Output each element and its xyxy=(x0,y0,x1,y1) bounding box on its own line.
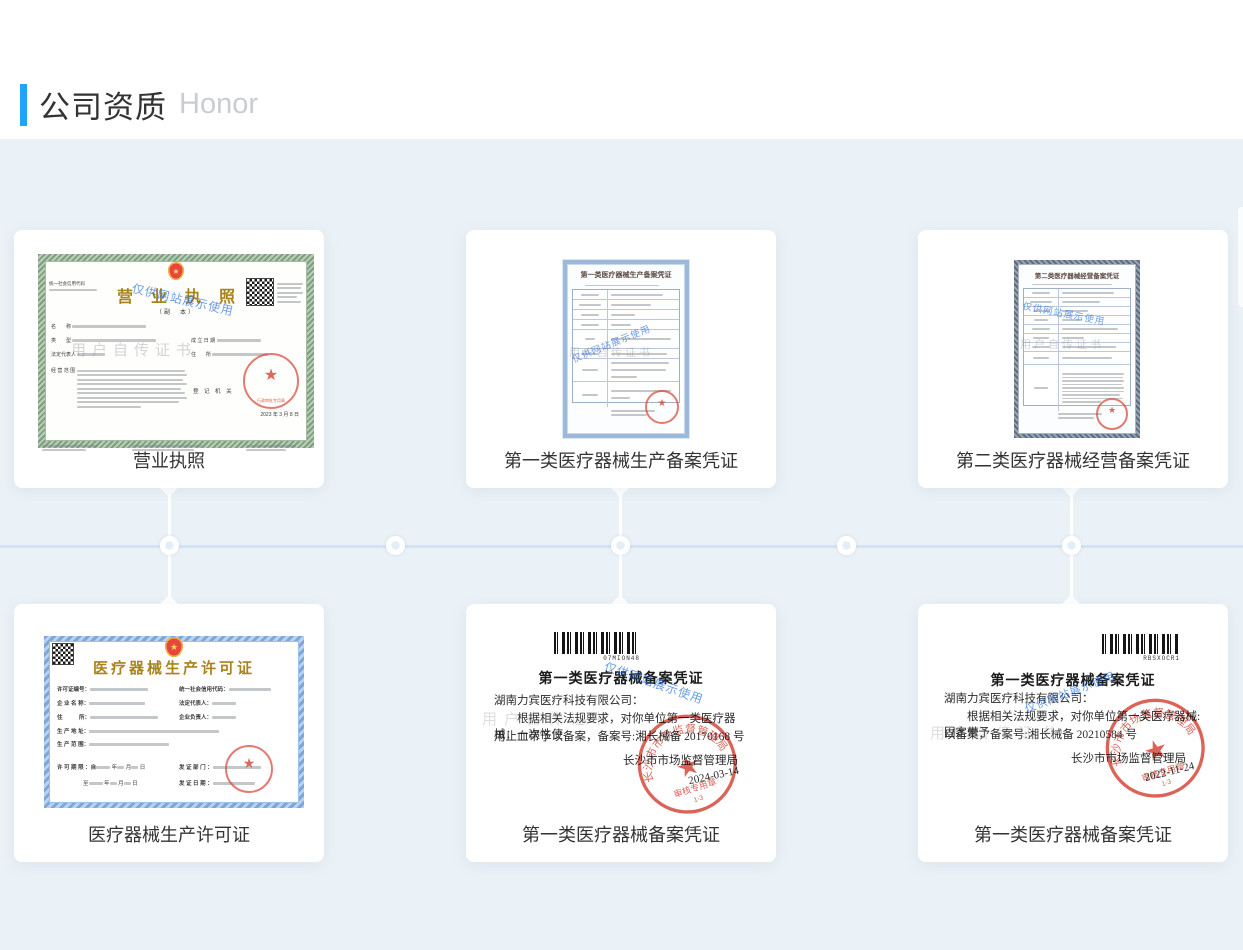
record-certificate-image: 第二类医疗器械经营备案凭证 xyxy=(1014,260,1140,438)
card-caption: 第一类医疗器械备案凭证 xyxy=(466,821,776,847)
barcode-code: RBSXOCR1 xyxy=(1102,655,1180,662)
card-caption: 营业执照 xyxy=(14,447,324,473)
field-establish-date: 成 立 日 期 xyxy=(191,337,261,344)
certificate-title: 第一类医疗器械生产备案凭证 xyxy=(567,270,685,280)
timeline-node xyxy=(1062,536,1081,555)
barcode-code: 07MION48 xyxy=(554,655,640,662)
redacted-filing-number xyxy=(1032,281,1112,288)
card-caption: 第一类医疗器械备案凭证 xyxy=(918,821,1228,847)
field-legal-rep: 法定代表人 xyxy=(51,351,105,358)
certificate-card-class1-filing-2[interactable]: RBSXOCR1 第一类医疗器械备案凭证 湖南力宾医疗科技有限公司： 根据相关法… xyxy=(918,604,1228,862)
national-emblem-icon: ★ xyxy=(168,262,184,280)
authority-seal: 长沙市市场监督管理局 ★ 审核专用章 1-3 xyxy=(1090,683,1223,819)
qr-code-icon xyxy=(247,279,273,305)
card-pointer-up xyxy=(1062,595,1080,604)
issue-date: 2023 年 3 月 8 日 xyxy=(260,411,299,418)
barcode xyxy=(554,632,640,654)
redacted-filing-number xyxy=(585,282,659,289)
redacted-scope-paragraph xyxy=(77,367,187,410)
production-license-image: ★ 医疗器械生产许可证 许可证编号： 统一社会信用代码： 企 业 名 称： 法定… xyxy=(44,636,304,808)
section-header: 公司资质 Honor xyxy=(20,82,258,127)
accent-bar xyxy=(20,84,27,126)
section-title-zh: 公司资质 xyxy=(39,82,167,127)
card-pointer-down xyxy=(611,488,629,497)
registrar-seal: ★ 行政审批专用章 xyxy=(243,353,299,409)
barcode xyxy=(1102,634,1180,654)
section-title-en: Honor xyxy=(179,88,258,121)
certificate-card-class1-filing-1[interactable]: 07MION48 第一类医疗器械备案凭证 湖南力宾医疗科技有限公司： 根据相关法… xyxy=(466,604,776,862)
timeline-node xyxy=(837,536,856,555)
card-caption: 第二类医疗器械经营备案凭证 xyxy=(918,447,1228,473)
card-caption: 第一类医疗器械生产备案凭证 xyxy=(466,447,776,473)
field-name: 名 称 xyxy=(51,323,146,330)
timeline-node xyxy=(611,536,630,555)
certificate-card-class1-production-record[interactable]: 第一类医疗器械生产备案凭证 ★ 仅供网站展示使用 用户自传证书 xyxy=(466,230,776,488)
business-license-image: ★ 统一社会信用代码 营 业 执 照 （副 本） 名 称 类 型 法定代表人 成… xyxy=(38,254,314,448)
company-honor-page: 公司资质 Honor ★ 统一社会信用代码 营 业 执 照 （副 本） xyxy=(0,0,1243,950)
partial-next-card-edge xyxy=(1238,207,1243,307)
certificate-title: 第一类医疗器械备案凭证 xyxy=(466,668,776,688)
company-line: 湖南力宾医疗科技有限公司： xyxy=(944,690,1094,706)
card-pointer-up xyxy=(160,595,178,604)
license-title: 医疗器械生产许可证 xyxy=(49,657,299,678)
filing-seal: ★ xyxy=(645,390,679,424)
certificate-title: 第二类医疗器械经营备案凭证 xyxy=(1018,270,1136,280)
field-type: 类 型 xyxy=(51,337,156,344)
national-emblem-icon: ★ xyxy=(165,637,183,657)
timeline-node xyxy=(160,536,179,555)
certificate-card-business-license[interactable]: ★ 统一社会信用代码 营 业 执 照 （副 本） 名 称 类 型 法定代表人 成… xyxy=(14,230,324,488)
card-pointer-down xyxy=(1062,488,1080,497)
registrar-label: 登 记 机 关 xyxy=(193,387,234,395)
card-pointer-up xyxy=(611,595,629,604)
card-pointer-down xyxy=(160,488,178,497)
certificate-table xyxy=(572,289,680,403)
svg-text:1-3: 1-3 xyxy=(1161,778,1173,788)
timeline-node xyxy=(386,536,405,555)
field-business-scope: 经 营 范 围 xyxy=(51,367,75,374)
star-icon: ★ xyxy=(1140,732,1172,768)
license-subtitle: （副 本） xyxy=(45,307,307,316)
issuing-authority-seal: ★ xyxy=(225,745,273,793)
certificate-card-production-license[interactable]: ★ 医疗器械生产许可证 许可证编号： 统一社会信用代码： 企 业 名 称： 法定… xyxy=(14,604,324,862)
record-certificate-image: 第一类医疗器械生产备案凭证 ★ 仅供网站展示使用 用户自传证书 xyxy=(563,260,689,438)
star-icon: ★ xyxy=(672,748,704,784)
certificate-table xyxy=(1023,288,1131,406)
svg-text:1-3: 1-3 xyxy=(693,794,705,804)
card-caption: 医疗器械生产许可证 xyxy=(14,821,324,847)
certificate-card-class2-business-record[interactable]: 第二类医疗器械经营备案凭证 xyxy=(918,230,1228,488)
filing-seal: ★ xyxy=(1096,398,1128,430)
company-line: 湖南力宾医疗科技有限公司： xyxy=(494,692,644,708)
redacted-text-lines xyxy=(277,280,305,305)
